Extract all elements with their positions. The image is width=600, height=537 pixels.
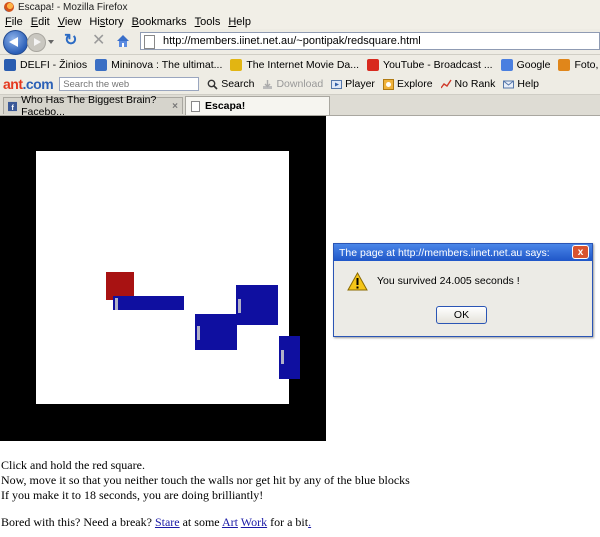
tab-facebook[interactable]: f Who Has The Biggest Brain? Facebo... ×: [3, 94, 183, 118]
search-icon: [207, 79, 218, 90]
firefox-icon: [4, 2, 14, 12]
blue-block: [279, 336, 300, 379]
window-title: Escapa! - Mozilla Firefox: [18, 1, 128, 13]
instructions: Click and hold the red square. Now, move…: [1, 458, 410, 503]
bored-line: Bored with this? Need a break? Stare at …: [1, 515, 312, 529]
dialog-close-button[interactable]: x: [572, 245, 589, 259]
stare-link[interactable]: Stare: [155, 515, 180, 529]
menu-file[interactable]: File: [5, 16, 23, 28]
ant-toolbar: ant.com Search Download Player Explore N…: [0, 74, 600, 95]
ant-player-button[interactable]: Player: [331, 78, 375, 90]
menu-bookmarks[interactable]: Bookmarks: [132, 16, 187, 28]
bookmark-label: Mininova : The ultimat...: [111, 58, 223, 71]
instruction-line: Now, move it so that you neither touch t…: [1, 473, 410, 487]
explore-icon: [382, 78, 394, 90]
delfi-icon: [4, 58, 16, 71]
blue-block: [236, 285, 278, 325]
address-bar[interactable]: [140, 32, 600, 50]
dialog-title: The page at http://members.iinet.net.au …: [339, 246, 550, 259]
mail-icon: [503, 80, 515, 88]
instruction-line: If you make it to 18 seconds, you are do…: [1, 488, 264, 502]
bookmark-label: The Internet Movie Da...: [246, 58, 360, 71]
menu-tools[interactable]: Tools: [195, 16, 221, 28]
ant-search-input[interactable]: [59, 77, 200, 91]
navigation-toolbar: ↻ ✕: [0, 29, 600, 55]
bookmark-label: YouTube - Broadcast ...: [383, 58, 493, 71]
reload-icon[interactable]: ↻: [64, 33, 77, 49]
game-field: [36, 151, 289, 404]
menu-bar: File Edit View History Bookmarks Tools H…: [0, 14, 600, 29]
menu-history[interactable]: History: [89, 16, 123, 28]
warning-icon: [347, 272, 368, 291]
ok-button[interactable]: OK: [436, 306, 487, 324]
ant-search-button[interactable]: Search: [207, 78, 254, 90]
window-titlebar: Escapa! - Mozilla Firefox: [0, 0, 600, 14]
menu-edit[interactable]: Edit: [31, 16, 50, 28]
menu-view[interactable]: View: [58, 16, 82, 28]
page-icon: [144, 35, 155, 49]
rank-icon: [440, 79, 452, 88]
forward-button[interactable]: [27, 33, 46, 52]
bookmarks-toolbar: DELFI - Žinios Mininova : The ultimat... T…: [0, 55, 600, 74]
work-link[interactable]: Work: [241, 515, 267, 529]
page-icon: [191, 100, 200, 112]
tab-strip: f Who Has The Biggest Brain? Facebo... ×…: [0, 94, 600, 118]
foto-icon: [558, 58, 571, 71]
tab-close-icon[interactable]: ×: [172, 101, 178, 112]
player-icon: [331, 79, 343, 89]
home-icon[interactable]: [116, 34, 130, 48]
dialog-message: You survived 24.005 seconds !: [377, 275, 520, 287]
game-frame: [0, 116, 326, 441]
stop-icon[interactable]: ✕: [92, 33, 105, 49]
download-icon: [263, 79, 273, 89]
blue-block: [113, 296, 184, 310]
dialog-titlebar: The page at http://members.iinet.net.au …: [334, 244, 592, 261]
bookmark-item[interactable]: Foto, nuotraukos, foto...: [558, 58, 600, 71]
ant-help-button[interactable]: Help: [503, 78, 539, 90]
blue-block: [195, 314, 237, 350]
youtube-icon: [367, 58, 380, 71]
facebook-icon: f: [8, 101, 18, 111]
url-input[interactable]: [163, 34, 583, 48]
alert-dialog: The page at http://members.iinet.net.au …: [333, 243, 593, 337]
ant-explore-button[interactable]: Explore: [382, 78, 433, 90]
bookmark-item[interactable]: Google: [500, 58, 551, 71]
bookmark-label: Google: [516, 58, 551, 71]
tab-escapa[interactable]: Escapa!: [185, 96, 330, 115]
bookmark-item[interactable]: Mininova : The ultimat...: [95, 58, 223, 71]
menu-help[interactable]: Help: [228, 16, 251, 28]
bookmark-label: Foto, nuotraukos, foto...: [574, 58, 600, 71]
art-link[interactable]: Art: [222, 515, 238, 529]
instruction-line: Click and hold the red square.: [1, 458, 145, 472]
bookmark-label: DELFI - Žinios: [20, 58, 88, 71]
dot-link[interactable]: .: [308, 515, 311, 529]
bookmark-item[interactable]: The Internet Movie Da...: [230, 58, 360, 71]
bookmark-item[interactable]: DELFI - Žinios: [4, 58, 88, 71]
bookmark-item[interactable]: YouTube - Broadcast ...: [367, 58, 493, 71]
ant-logo[interactable]: ant.com: [3, 76, 54, 92]
mininova-icon: [95, 58, 108, 71]
ant-download-button[interactable]: Download: [262, 78, 323, 90]
imdb-icon: [230, 58, 243, 71]
google-icon: [500, 58, 513, 71]
back-button[interactable]: [3, 30, 28, 55]
ant-norank-button[interactable]: No Rank: [440, 78, 495, 90]
history-dropdown-icon[interactable]: [48, 40, 54, 44]
